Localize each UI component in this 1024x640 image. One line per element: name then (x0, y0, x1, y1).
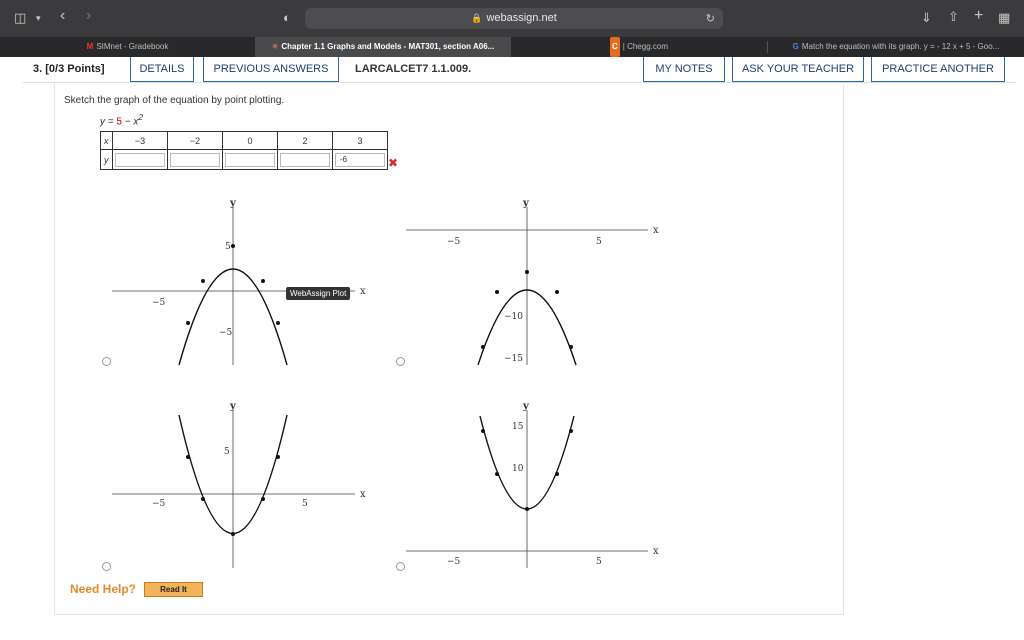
read-it-button[interactable]: Read It (144, 582, 203, 597)
share-icon[interactable]: ⇧ (948, 10, 959, 24)
x-value: −3 (112, 131, 168, 150)
y-row: y -6 (100, 149, 388, 170)
chevron-down-icon[interactable]: ▾ (36, 11, 41, 25)
x-axis-label: x (653, 546, 659, 557)
lock-icon: 🔒 (471, 13, 483, 23)
tab-simnet[interactable]: M SIMnet - Gradebook (0, 37, 255, 57)
incorrect-icon: ✖ (388, 156, 399, 170)
back-icon[interactable]: ‹ (60, 8, 65, 24)
x-tick-label: −5 (152, 298, 166, 308)
y-tick-label: −15 (504, 354, 523, 364)
url-text: webassign.net (486, 12, 557, 24)
previous-answers-button[interactable]: PREVIOUS ANSWERS (203, 57, 339, 82)
y-tick-label: 5 (225, 242, 231, 252)
graph-option-c: y x −5 5 5 (112, 401, 366, 568)
y-tick-label: 5 (224, 447, 230, 457)
reload-icon[interactable]: ↻ (706, 12, 715, 26)
tab-google[interactable]: G Match the equation with its graph. y = … (768, 37, 1024, 57)
y-input-5[interactable]: -6 (335, 152, 385, 167)
x-tick-label: −5 (152, 499, 166, 509)
download-icon[interactable]: ⇓ (921, 11, 932, 25)
question-prompt: Sketch the graph of the equation by poin… (64, 95, 285, 106)
y-label: y (100, 149, 113, 170)
y-axis-label: y (522, 401, 530, 412)
tab-label: Chapter 1.1 Graphs and Models - MAT301, … (281, 42, 495, 51)
x-axis-label: x (653, 225, 659, 236)
y-tick-label: −5 (219, 328, 233, 338)
need-help-label: Need Help? (70, 582, 137, 596)
webassign-plot-tooltip: WebAssign Plot (286, 287, 351, 300)
sidebar-toggle-icon[interactable]: ◫ (14, 11, 26, 25)
my-notes-button[interactable]: MY NOTES (643, 57, 725, 82)
address-bar[interactable]: 🔒 webassign.net ↻ (305, 8, 723, 29)
x-label: x (100, 131, 113, 150)
y-tick-label: 15 (512, 422, 524, 432)
tab-label: | Chegg.com (622, 42, 668, 51)
webassign-favicon-icon: ✳ (271, 42, 279, 51)
x-value: 0 (222, 131, 278, 150)
browser-toolbar: ◫ ▾ ‹ › ◐ 🔒 webassign.net ↻ ⇓ ⇧ + ▦ (0, 0, 1024, 37)
y-input-1[interactable] (115, 152, 165, 167)
tab-overview-icon[interactable]: ▦ (998, 11, 1010, 25)
question-number: 3. [0/3 Points] (33, 63, 105, 75)
radio-option-d[interactable] (396, 562, 405, 571)
graph-option-b: y x −5 5 −10 −15 (406, 198, 659, 366)
practice-another-button[interactable]: PRACTICE ANOTHER (871, 57, 1005, 82)
x-value: −2 (167, 131, 223, 150)
value-table: x −3 −2 0 2 3 y -6 (100, 131, 388, 170)
y-tick-label: −10 (504, 312, 523, 322)
tab-webassign[interactable]: ✳ Chapter 1.1 Graphs and Models - MAT301,… (255, 37, 511, 57)
simnet-favicon-icon: M (86, 42, 94, 51)
y-axis-label: y (229, 401, 237, 412)
x-axis-label: x (360, 286, 366, 297)
x-tick-label: −5 (447, 557, 461, 567)
x-tick-label: 5 (596, 237, 602, 247)
x-axis-label: x (360, 489, 366, 500)
chegg-favicon-icon: C (610, 37, 620, 57)
question-reference: LARCALCET7 1.1.009. (355, 63, 472, 75)
x-tick-label: 5 (302, 499, 308, 509)
y-axis-label: y (522, 198, 530, 209)
y-input-4[interactable] (280, 152, 330, 167)
details-button[interactable]: DETAILS (130, 57, 194, 82)
y-tick-label: 10 (512, 464, 524, 474)
y-axis-label: y (229, 198, 237, 209)
x-value: 3 (332, 131, 388, 150)
tab-chegg[interactable]: C | Chegg.com (511, 37, 767, 57)
graph-option-a: y x −5 5 −5 (112, 198, 366, 366)
y-input-2[interactable] (170, 152, 220, 167)
tab-label: SIMnet - Gradebook (96, 42, 169, 51)
radio-option-a[interactable] (102, 357, 111, 366)
y-input-3[interactable] (225, 152, 275, 167)
google-favicon-icon: G (792, 42, 799, 51)
shield-icon[interactable]: ◐ (283, 11, 291, 25)
question-header: 3. [0/3 Points] DETAILS PREVIOUS ANSWERS… (23, 57, 1016, 83)
x-tick-label: 5 (596, 557, 602, 567)
x-row: x −3 −2 0 2 3 (100, 131, 388, 150)
new-tab-icon[interactable]: + (974, 8, 983, 24)
tab-label: Match the equation with its graph. y = -… (801, 42, 1000, 51)
x-value: 2 (277, 131, 333, 150)
tab-strip: M SIMnet - Gradebook ✳ Chapter 1.1 Graphs … (0, 37, 1024, 57)
graph-option-d: y x −5 5 15 10 (406, 401, 659, 568)
forward-icon[interactable]: › (86, 8, 91, 24)
equation: y = 5 − x2 (100, 112, 144, 128)
radio-option-c[interactable] (102, 562, 111, 571)
radio-option-b[interactable] (396, 357, 405, 366)
ask-teacher-button[interactable]: ASK YOUR TEACHER (732, 57, 864, 82)
x-tick-label: −5 (447, 237, 461, 247)
